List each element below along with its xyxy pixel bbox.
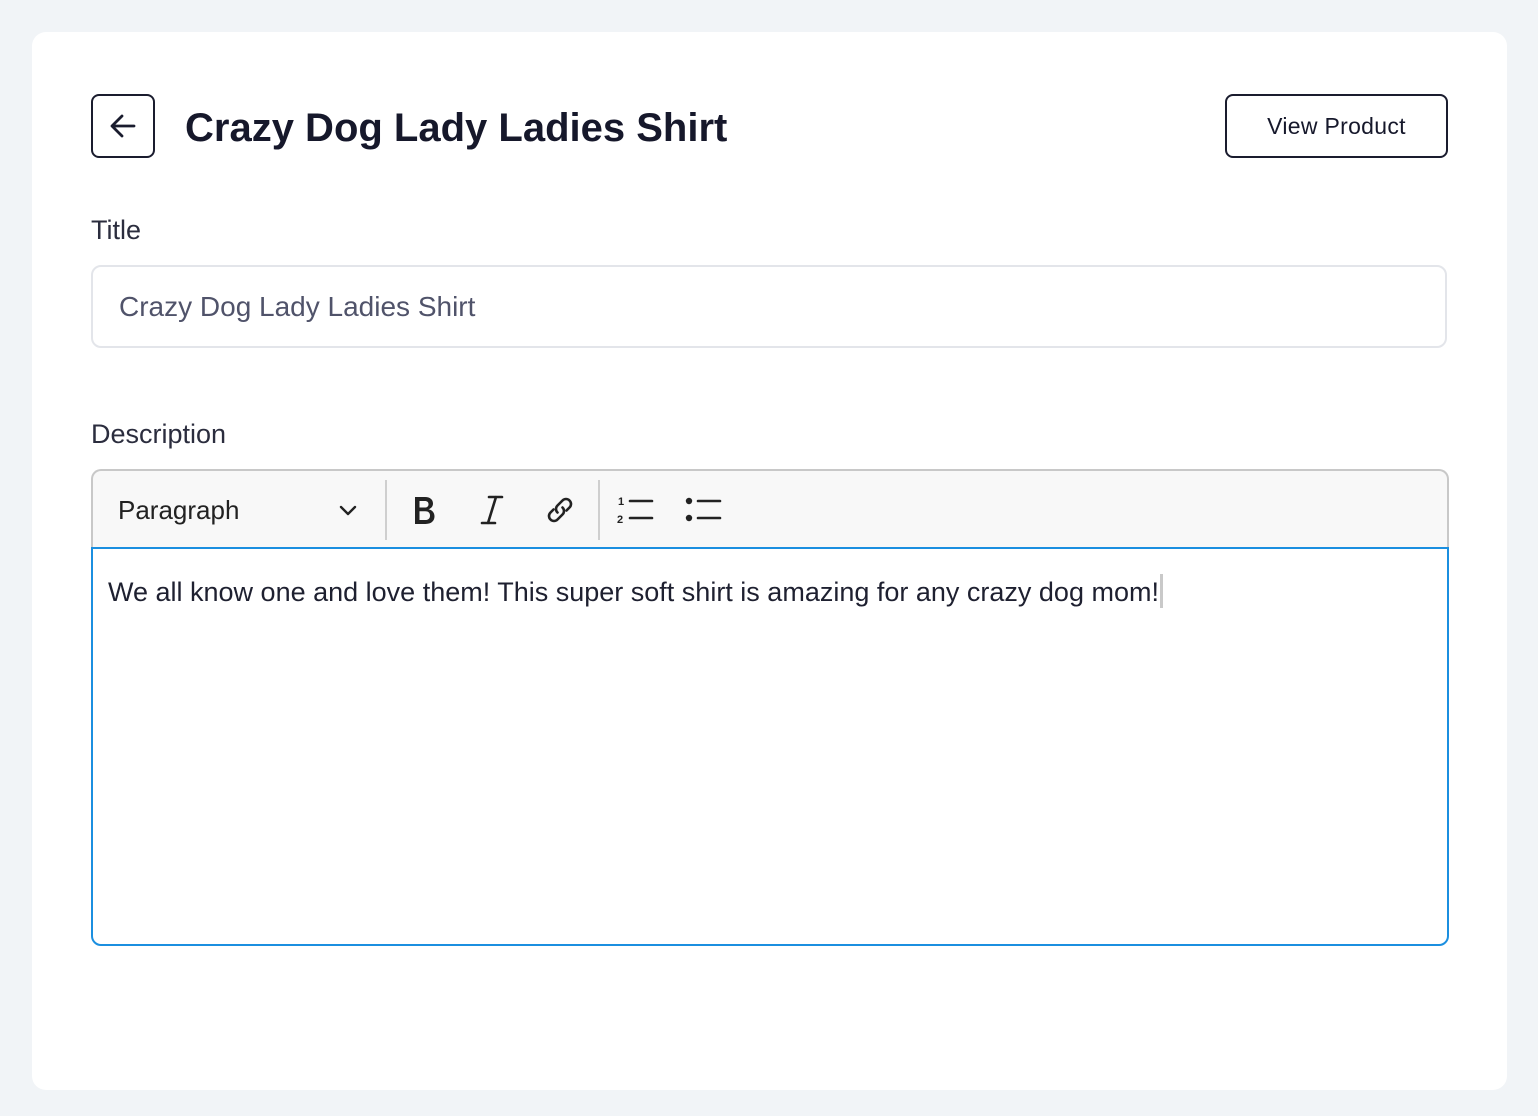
description-text-area[interactable]: We all know one and love them! This supe… — [91, 547, 1449, 946]
svg-text:2: 2 — [617, 514, 623, 526]
italic-button[interactable] — [464, 483, 520, 537]
title-label: Title — [91, 215, 142, 245]
block-format-value: Paragraph — [118, 494, 240, 525]
italic-icon — [477, 493, 507, 527]
product-edit-card: Crazy Dog Lady Ladies Shirt View Product… — [32, 32, 1507, 1090]
arrow-left-icon — [108, 111, 138, 141]
block-format-select[interactable]: Paragraph — [93, 471, 383, 549]
chevron-down-icon — [337, 499, 359, 521]
text-cursor — [1159, 574, 1163, 608]
numbered-list-button[interactable]: 1 2 — [607, 483, 663, 537]
description-content: We all know one and love them! This supe… — [108, 577, 1159, 607]
toolbar-divider — [598, 480, 600, 540]
page-title: Crazy Dog Lady Ladies Shirt — [185, 106, 728, 150]
link-icon — [543, 493, 577, 527]
editor-toolbar: Paragraph 1 2 — [91, 469, 1449, 549]
numbered-list-icon: 1 2 — [616, 493, 654, 527]
title-input[interactable] — [91, 265, 1447, 348]
link-button[interactable] — [532, 483, 588, 537]
bulleted-list-icon — [684, 493, 722, 527]
toolbar-divider — [385, 480, 387, 540]
bold-button[interactable] — [396, 483, 452, 537]
description-label: Description — [91, 419, 227, 449]
back-button[interactable] — [91, 94, 155, 158]
page-header: Crazy Dog Lady Ladies Shirt View Product — [91, 94, 1448, 162]
description-editor: Paragraph 1 2 We all know one and love t… — [91, 469, 1449, 946]
bold-icon — [409, 493, 439, 527]
view-product-button[interactable]: View Product — [1225, 94, 1448, 158]
svg-text:1: 1 — [618, 496, 624, 508]
bulleted-list-button[interactable] — [675, 483, 731, 537]
